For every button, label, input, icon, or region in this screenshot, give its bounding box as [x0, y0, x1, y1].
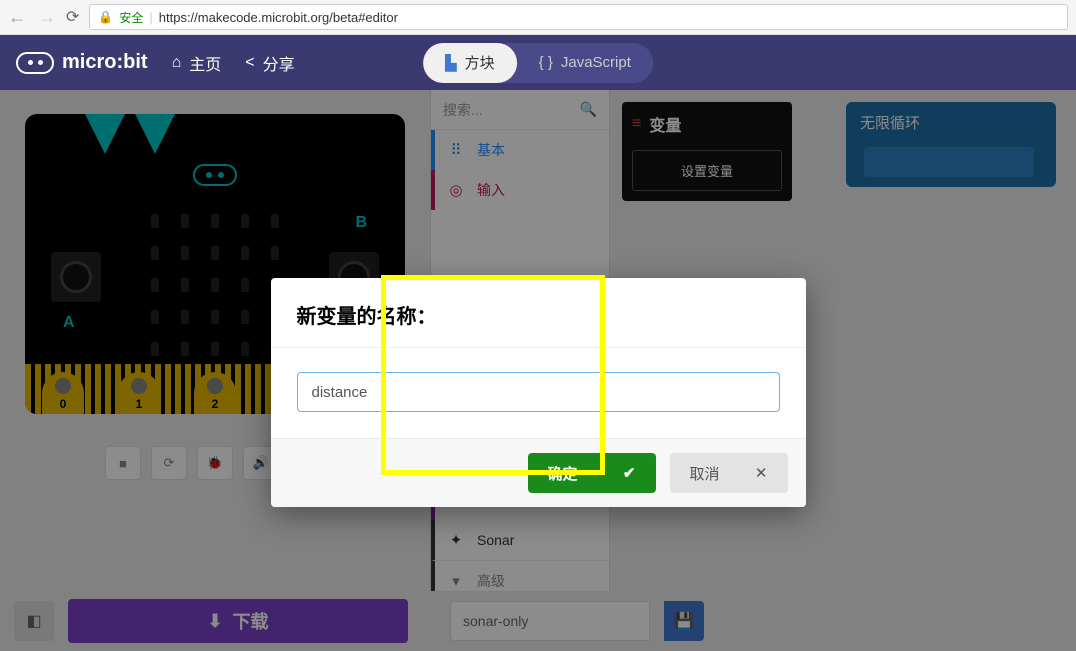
- check-icon: ✔: [623, 464, 636, 482]
- blocks-toggle[interactable]: ▙ 方块: [423, 43, 517, 83]
- reload-button[interactable]: ⟳: [66, 7, 79, 27]
- app-header: micro:bit ⌂ 主页 < 分享 ▙ 方块 { } JavaScript: [0, 35, 1076, 90]
- share-button[interactable]: < 分享: [245, 51, 294, 75]
- js-icon: { }: [539, 54, 553, 71]
- blocks-icon: ▙: [445, 54, 457, 72]
- home-icon: ⌂: [172, 54, 182, 72]
- home-button[interactable]: ⌂ 主页: [172, 51, 222, 75]
- url-text: https://makecode.microbit.org/beta#edito…: [159, 10, 398, 25]
- cancel-button[interactable]: 取消 ✕: [670, 453, 788, 493]
- new-variable-dialog: 新变量的名称： 确定 ✔ 取消 ✕: [271, 278, 806, 507]
- variable-name-input[interactable]: [297, 372, 780, 412]
- javascript-toggle[interactable]: { } JavaScript: [517, 43, 653, 83]
- editor-toggle: ▙ 方块 { } JavaScript: [423, 43, 653, 83]
- back-button[interactable]: ←: [8, 7, 26, 28]
- secure-label: 安全: [119, 9, 143, 26]
- dialog-footer: 确定 ✔ 取消 ✕: [271, 438, 806, 507]
- close-icon: ✕: [755, 464, 768, 482]
- nav-arrows: ← →: [8, 7, 56, 28]
- lock-icon: 🔒: [98, 10, 113, 24]
- dialog-title: 新变量的名称：: [271, 278, 806, 348]
- ok-button[interactable]: 确定 ✔: [528, 453, 656, 493]
- logo-text: micro:bit: [62, 51, 148, 74]
- main-area: A B 0 1 2 3V GND ■ ⟳ 🐞 🔊 ⛶: [0, 90, 1076, 651]
- logo[interactable]: micro:bit: [16, 51, 148, 74]
- share-icon: <: [245, 54, 254, 72]
- url-bar[interactable]: 🔒 安全 | https://makecode.microbit.org/bet…: [89, 4, 1068, 30]
- browser-bar: ← → ⟳ 🔒 安全 | https://makecode.microbit.o…: [0, 0, 1076, 35]
- forward-button[interactable]: →: [38, 7, 56, 28]
- logo-icon: [16, 52, 54, 74]
